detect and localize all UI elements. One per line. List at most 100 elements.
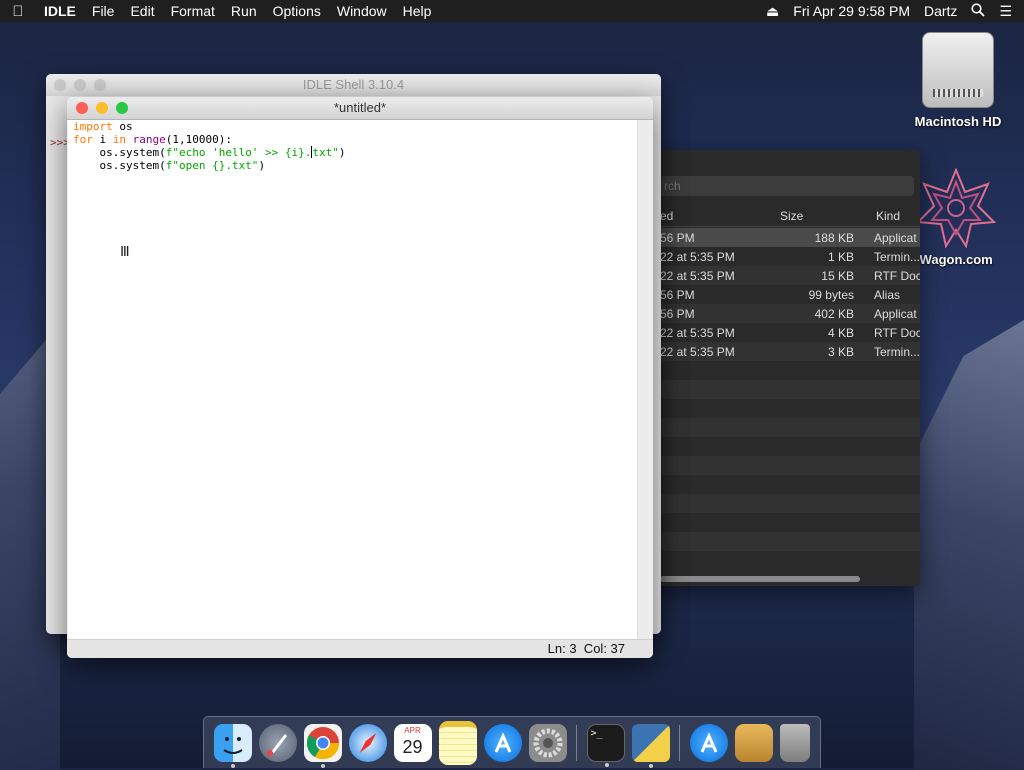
desktop-icon-datawagon[interactable]: taWagon.com (908, 167, 1024, 267)
shell-titlebar[interactable]: IDLE Shell 3.10.4 (46, 74, 661, 96)
cell-size: 1 KB (827, 250, 854, 264)
menu-help[interactable]: Help (395, 0, 440, 22)
terminal-icon[interactable]: >_ (586, 723, 625, 767)
calendar-icon[interactable]: APR 29 (393, 723, 432, 762)
cursor-position: Ln: 3 Col: 37 (547, 641, 625, 656)
close-icon[interactable] (54, 79, 66, 91)
cell-kind: Termin... (874, 345, 920, 359)
menubar-clock[interactable]: Fri Apr 29 9:58 PM (793, 3, 910, 19)
menubar:  IDLE File Edit Format Run Options Wind… (0, 0, 1024, 22)
editor-status-bar: Ln: 3 Col: 37 (67, 639, 653, 658)
terminal-prompt: >_ (590, 727, 603, 739)
column-kind[interactable]: Kind (876, 209, 900, 223)
app-store-2-icon[interactable] (689, 723, 728, 762)
desktop-icon-label: taWagon.com (908, 252, 993, 267)
cell-modified: 22 at 5:35 PM (660, 269, 735, 283)
cell-kind: RTF Doc (874, 326, 920, 340)
code-line: os.system(f"echo 'hello' >> {i}.txt") (73, 146, 346, 159)
menu-options[interactable]: Options (265, 0, 329, 22)
zoom-icon[interactable] (94, 79, 106, 91)
cell-modified: 56 PM (660, 288, 695, 302)
menu-format[interactable]: Format (163, 0, 223, 22)
cell-kind: RTF Doc (874, 269, 920, 283)
table-row (660, 513, 920, 532)
table-row (660, 437, 920, 456)
eject-icon[interactable]: ⏏ (766, 3, 779, 20)
dock-separator (679, 724, 680, 761)
notes-icon[interactable] (438, 720, 477, 765)
finder-file-list: 56 PM 188 KB Applicat 22 at 5:35 PM 1 KB… (660, 228, 920, 551)
launchpad-icon[interactable] (258, 723, 297, 762)
table-row[interactable]: 56 PM 188 KB Applicat (660, 228, 920, 247)
vertical-scrollbar[interactable] (637, 120, 653, 639)
menu-window[interactable]: Window (329, 0, 395, 22)
cell-size: 188 KB (814, 231, 854, 245)
zoom-icon[interactable] (116, 102, 128, 114)
cell-kind: Termin... (874, 250, 920, 264)
cell-kind: Applicat (874, 307, 917, 321)
datawagon-logo-icon (915, 167, 997, 249)
desktop-icon-macintosh-hd[interactable]: Macintosh HD (908, 32, 1008, 129)
trash-icon[interactable] (779, 723, 810, 762)
cell-modified: 22 at 5:35 PM (660, 326, 735, 340)
close-icon[interactable] (76, 102, 88, 114)
system-preferences-icon[interactable] (528, 723, 567, 762)
finder-icon[interactable] (213, 723, 252, 768)
idle-editor-window: *untitled* import os for i in range(1,100… (67, 97, 653, 658)
table-row (660, 494, 920, 513)
ibeam-cursor-icon: Ⅲ (120, 243, 130, 259)
menu-run[interactable]: Run (223, 0, 265, 22)
cell-kind: Alias (874, 288, 901, 302)
table-row (660, 361, 920, 380)
safari-icon[interactable] (348, 723, 387, 762)
table-row[interactable]: 22 at 5:35 PM 1 KB Termin... (660, 247, 920, 266)
python-launcher-icon[interactable] (631, 723, 670, 768)
cell-modified: 56 PM (660, 231, 695, 245)
menu-file[interactable]: File (84, 0, 123, 22)
minimize-icon[interactable] (96, 102, 108, 114)
menu-edit[interactable]: Edit (122, 0, 162, 22)
menubar-user[interactable]: Dartz (924, 3, 957, 19)
code-line: os.system(f"open {}.txt") (73, 159, 266, 172)
finder-column-headers: ed Size Kind (660, 206, 920, 227)
app-store-icon[interactable] (483, 723, 522, 762)
table-row (660, 532, 920, 551)
shell-title: IDLE Shell 3.10.4 (302, 77, 405, 92)
apple-icon[interactable]:  (0, 3, 36, 20)
cell-size: 99 bytes (808, 288, 854, 302)
cell-kind: Applicat (874, 231, 917, 245)
column-date-modified[interactable]: ed (660, 209, 673, 223)
dock-separator (576, 724, 577, 761)
table-row (660, 456, 920, 475)
calendar-day: 29 (402, 736, 423, 757)
cell-modified: 56 PM (660, 307, 695, 321)
list-icon[interactable]: ☰ (999, 3, 1012, 20)
table-row (660, 475, 920, 494)
code-line: for i in range(1,10000): (73, 133, 232, 146)
search-icon[interactable] (971, 2, 986, 20)
table-row[interactable]: 22 at 5:35 PM 3 KB Termin... (660, 342, 920, 361)
cell-size: 3 KB (827, 345, 854, 359)
cell-size: 402 KB (814, 307, 854, 321)
finder-search-field[interactable]: rch (660, 176, 914, 196)
table-row[interactable]: 22 at 5:35 PM 4 KB RTF Doc (660, 323, 920, 342)
desktop-icon-label: Macintosh HD (914, 114, 1002, 129)
editor-titlebar[interactable]: *untitled* (67, 97, 653, 120)
column-size[interactable]: Size (780, 209, 803, 223)
minimize-icon[interactable] (74, 79, 86, 91)
app-menu[interactable]: IDLE (36, 0, 84, 22)
cell-modified: 22 at 5:35 PM (660, 345, 735, 359)
table-row[interactable]: 56 PM 99 bytes Alias (660, 285, 920, 304)
code-editor-text-area[interactable]: import os for i in range(1,10000): os.sys… (68, 120, 637, 639)
dock: APR 29 >_ (203, 716, 821, 768)
table-row[interactable]: 56 PM 402 KB Applicat (660, 304, 920, 323)
installer-icon[interactable] (734, 723, 773, 762)
table-row[interactable]: 22 at 5:35 PM 15 KB RTF Doc (660, 266, 920, 285)
running-indicator (648, 763, 653, 768)
chrome-icon[interactable] (303, 723, 342, 768)
code-line: import os (73, 120, 133, 133)
running-indicator (230, 763, 235, 768)
horizontal-scrollbar[interactable] (660, 576, 860, 582)
cell-modified: 22 at 5:35 PM (660, 250, 735, 264)
table-row (660, 418, 920, 437)
